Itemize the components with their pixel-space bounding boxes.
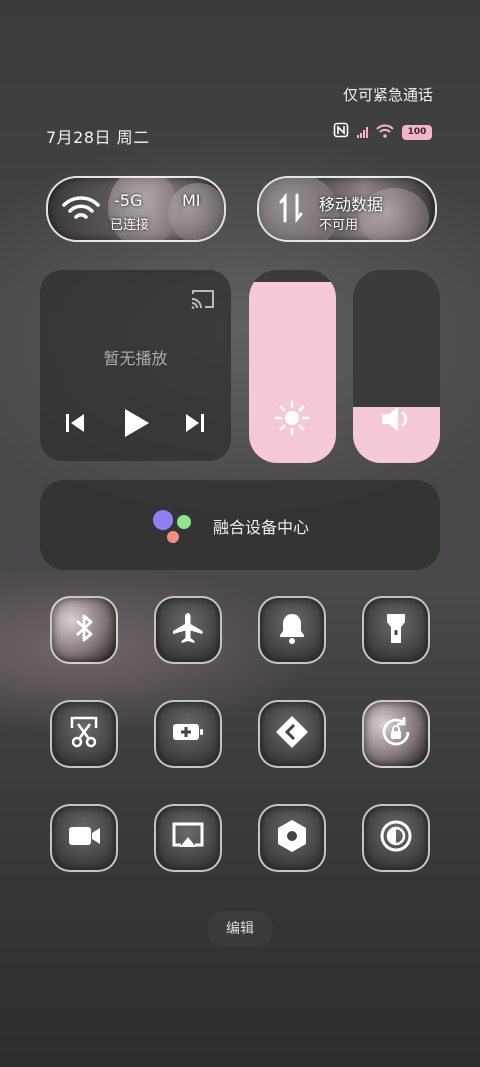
dark-mode-icon bbox=[378, 818, 414, 858]
vpn-toggle[interactable] bbox=[258, 700, 326, 768]
cast-icon[interactable] bbox=[190, 288, 216, 314]
play-icon[interactable] bbox=[122, 407, 150, 443]
video-camera-icon bbox=[66, 818, 102, 858]
date-text: 7月28日 周二 bbox=[46, 128, 150, 147]
wifi-network-extra: MI bbox=[182, 191, 201, 210]
screen-cast-toggle[interactable] bbox=[154, 804, 222, 872]
device-hub-label: 融合设备中心 bbox=[213, 518, 310, 537]
brightness-icon bbox=[274, 400, 310, 440]
code-diamond-icon bbox=[274, 714, 310, 754]
flashlight-icon bbox=[378, 610, 414, 650]
battery-saver-toggle[interactable] bbox=[154, 700, 222, 768]
status-icons: 100 bbox=[333, 122, 432, 142]
rotation-lock-icon bbox=[378, 714, 414, 754]
nfc-icon bbox=[333, 122, 349, 142]
media-player-card[interactable]: 暂无播放 bbox=[40, 270, 231, 461]
ring-mode-toggle[interactable] bbox=[258, 596, 326, 664]
screen-cast-icon bbox=[170, 818, 206, 858]
volume-slider[interactable] bbox=[353, 270, 440, 463]
cellular-signal-icon bbox=[357, 126, 368, 138]
device-hub-icon bbox=[150, 507, 196, 551]
dark-mode-toggle[interactable] bbox=[362, 804, 430, 872]
mobile-data-status: 不可用 bbox=[319, 218, 359, 233]
media-title: 暂无播放 bbox=[103, 349, 168, 368]
wifi-icon bbox=[62, 194, 100, 228]
device-hub-card[interactable]: 融合设备中心 bbox=[40, 480, 440, 570]
mobile-data-title: 移动数据 bbox=[319, 195, 384, 214]
emergency-calls-only-text: 仅可紧急通话 bbox=[342, 86, 433, 104]
screenshot-toggle[interactable] bbox=[50, 700, 118, 768]
wifi-network-name: -5G bbox=[114, 191, 143, 210]
settings-toggle[interactable] bbox=[258, 804, 326, 872]
wifi-status-icon bbox=[376, 123, 394, 142]
edit-button[interactable]: 编辑 bbox=[207, 911, 273, 947]
volume-icon bbox=[380, 404, 414, 438]
next-track-icon[interactable] bbox=[184, 411, 206, 439]
brightness-slider[interactable] bbox=[249, 270, 336, 463]
mobile-data-icon bbox=[277, 192, 305, 227]
wifi-status: 已连接 bbox=[110, 218, 150, 233]
airplane-toggle[interactable] bbox=[154, 596, 222, 664]
previous-track-icon[interactable] bbox=[64, 411, 86, 439]
bell-icon bbox=[274, 610, 310, 650]
battery-plus-icon bbox=[170, 714, 206, 754]
wifi-tile[interactable]: -5G MI 已连接 bbox=[46, 176, 226, 242]
screenshot-scissors-icon bbox=[66, 714, 102, 754]
flashlight-toggle[interactable] bbox=[362, 596, 430, 664]
mobile-data-tile[interactable]: 移动数据 不可用 bbox=[257, 176, 437, 242]
bluetooth-toggle[interactable] bbox=[50, 596, 118, 664]
hexagon-gear-icon bbox=[274, 818, 310, 858]
airplane-icon bbox=[170, 610, 206, 650]
screen-record-toggle[interactable] bbox=[50, 804, 118, 872]
rotation-lock-toggle[interactable] bbox=[362, 700, 430, 768]
bluetooth-icon bbox=[66, 610, 102, 650]
battery-icon: 100 bbox=[402, 124, 432, 140]
